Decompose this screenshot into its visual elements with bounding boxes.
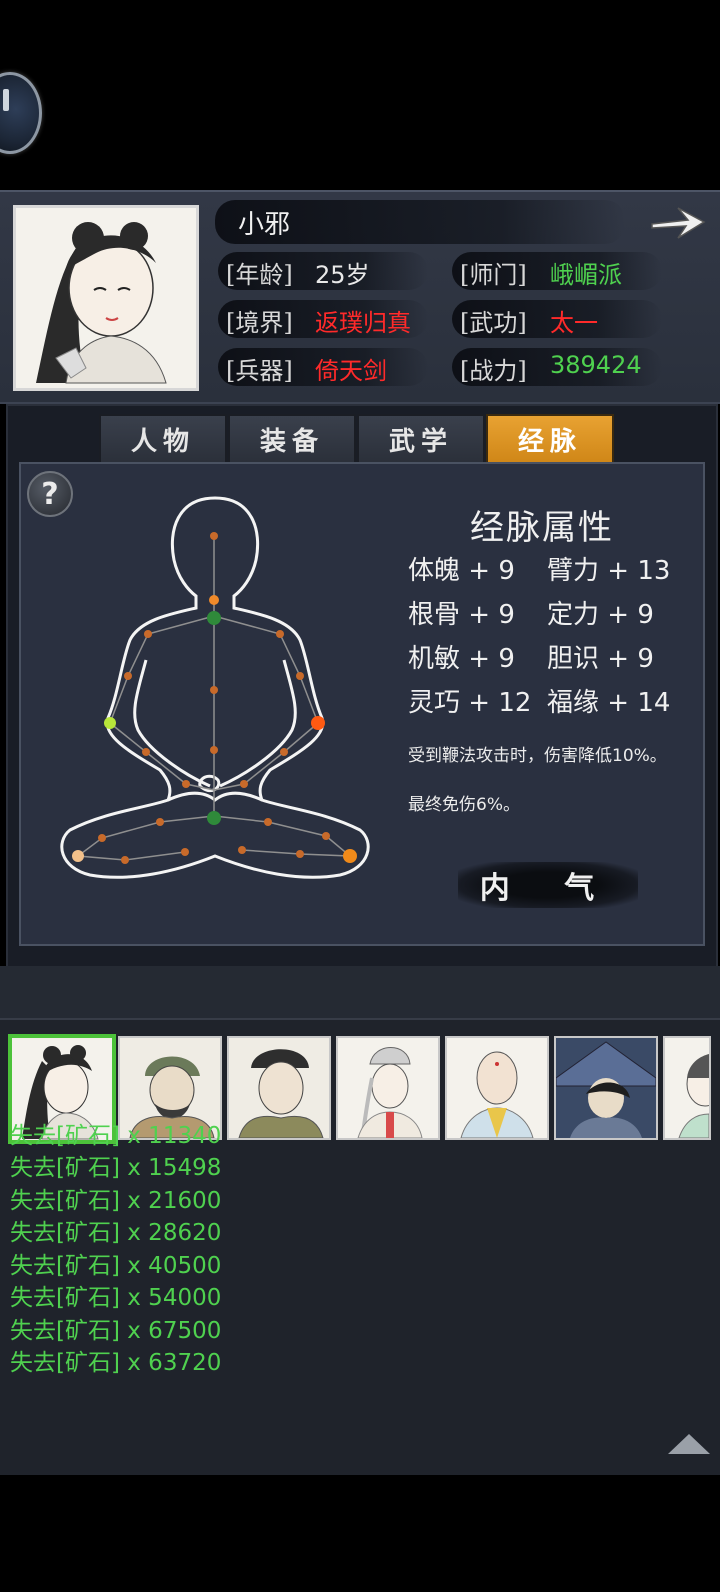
stat-name: 胆识 [547,644,600,674]
age-value: 25岁 [315,261,370,289]
character-portrait [13,205,199,391]
arrow-right-icon [651,207,706,239]
stat-constitution: 根骨 + 9 [408,594,515,631]
stat-name: 灵巧 [408,688,461,718]
log-entry: 失去[矿石] x 67500 [10,1318,222,1344]
log-entry: 失去[矿石] x 11340 [10,1123,222,1149]
stat-name: 根骨 [408,600,461,630]
log-entry: 失去[矿石] x 63720 [10,1350,222,1376]
realm-label: [境界] [226,309,293,337]
stat-composure: 定力 + 9 [547,594,654,631]
inner-qi-button[interactable]: 内 气 [458,862,638,908]
weapon-value: 倚天剑 [315,357,387,385]
log-entry: 失去[矿石] x 40500 [10,1253,222,1279]
stat-dexterity: 灵巧 + 12 [408,682,531,719]
next-character-button[interactable] [648,202,708,242]
log-entry: 失去[矿石] x 28620 [10,1220,222,1246]
stat-name: 臂力 [547,556,600,586]
log-entry: 失去[矿石] x 54000 [10,1285,222,1311]
stat-strength: 臂力 + 13 [547,550,670,587]
stat-bonus: + 9 [607,600,654,630]
stat-bonus: + 9 [468,556,515,586]
stat-luck: 福缘 + 14 [547,682,670,719]
stat-agility: 机敏 + 9 [408,638,515,675]
back-button[interactable] [0,72,42,154]
stat-name: 定力 [547,600,600,630]
character-thumb[interactable] [227,1036,331,1140]
tab-equipment[interactable]: 装备 [228,414,356,464]
character-thumb[interactable] [445,1036,549,1140]
weapon-label: [兵器] [226,357,293,385]
log-entry: 失去[矿石] x 21600 [10,1188,222,1214]
meridian-effect: 最终免伤6%。 [408,795,520,815]
sect-label: [师门] [460,261,527,289]
character-thumb[interactable] [554,1036,658,1140]
character-thumb[interactable] [663,1036,711,1140]
log-entry: 失去[矿石] x 15498 [10,1155,222,1181]
divider-panel [0,966,720,1018]
tab-meridian[interactable]: 经脉 [486,414,614,464]
stat-name: 机敏 [408,644,461,674]
meridian-title: 经脉属性 [470,508,614,548]
stat-bonus: + 9 [607,644,654,674]
stat-bonus: + 12 [468,688,532,718]
realm-value: 返璞归真 [315,309,411,337]
stat-bonus: + 9 [468,600,515,630]
martial-label: [武功] [460,309,527,337]
triangle-up-icon[interactable] [668,1434,710,1454]
tab-character[interactable]: 人物 [99,414,227,464]
power-label: [战力] [460,357,527,385]
stat-bonus: + 14 [607,688,671,718]
stat-name: 福缘 [547,688,600,718]
stat-name: 体魄 [408,556,461,586]
character-thumb[interactable] [336,1036,440,1140]
stat-bonus: + 9 [468,644,515,674]
back-icon [3,89,9,111]
age-label: [年龄] [226,261,293,289]
sect-value: 峨嵋派 [550,261,622,289]
stat-bonus: + 13 [607,556,671,586]
meridian-diagram [60,496,370,879]
meridian-effect: 受到鞭法攻击时，伤害降低10%。 [408,746,667,766]
power-value: 389424 [550,351,642,379]
martial-value: 太一 [550,309,598,337]
stat-physique: 体魄 + 9 [408,550,515,587]
tab-martial-arts[interactable]: 武学 [357,414,485,464]
character-name: 小邪 [238,210,291,240]
stat-courage: 胆识 + 9 [547,638,654,675]
